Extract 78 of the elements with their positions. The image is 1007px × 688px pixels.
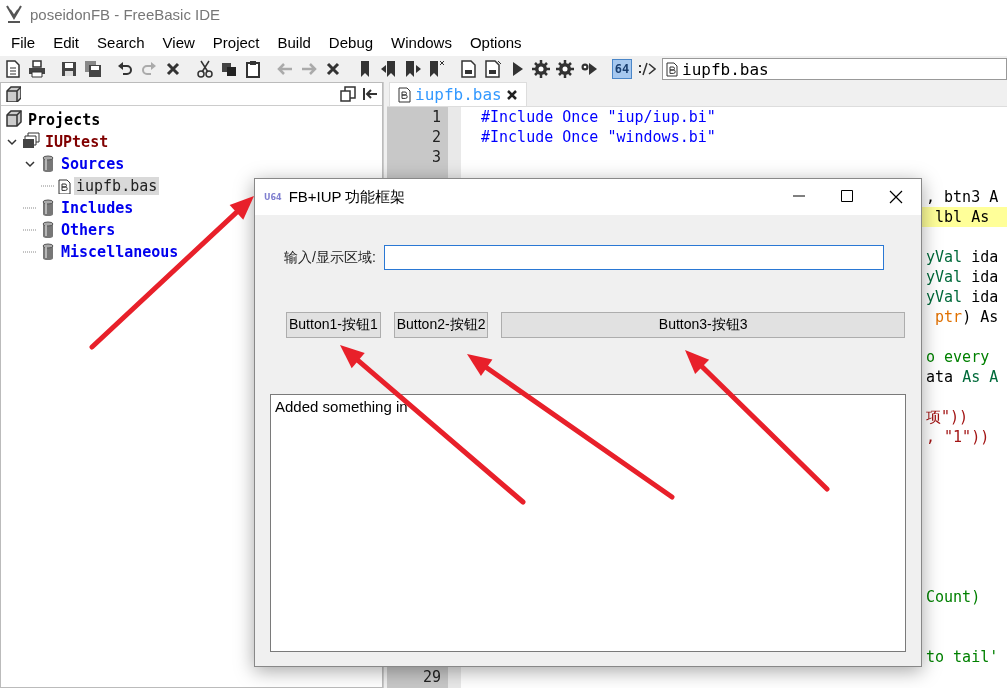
menu-item[interactable]: View [153,33,204,51]
save-icon[interactable] [60,60,78,78]
tree-item[interactable]: Miscellaneous [59,243,181,261]
cylinder-icon [40,199,56,217]
code-line: ptr) As [934,308,999,326]
file-icon [58,178,71,194]
dialog-button[interactable]: Button1-按钮1 [286,312,381,338]
copy-icon[interactable] [220,60,238,78]
code-line: , btn3 A [926,188,999,206]
dialog-button[interactable]: Button3-按钮3 [501,312,905,338]
scissors-icon[interactable] [196,60,214,78]
cube-icon [5,110,23,130]
file-icon [666,61,678,77]
close-icon[interactable] [164,60,182,78]
tab-label: iupfb.bas [415,85,502,104]
file-icon [398,86,411,103]
tree-item[interactable]: Others [59,221,118,239]
gear-icon[interactable] [556,60,574,78]
bookmark-clear-icon[interactable] [428,60,446,78]
code-line: #Include Once "iup/iup.bi" [481,108,716,126]
app-version-label: U64 [264,192,282,202]
code-line: #Include Once "windows.bi" [481,128,716,146]
window-title: poseidonFB - FreeBasic IDE [30,5,221,23]
close-icon[interactable] [324,60,342,78]
new-file-icon[interactable] [4,60,22,78]
output-text-area[interactable]: Added something in [270,394,906,652]
bookmark-previous-icon[interactable] [380,60,398,78]
command-prompt-icon[interactable] [638,60,656,78]
tree-item[interactable]: Sources [59,155,127,173]
clipboard-icon[interactable] [244,60,262,78]
maximize-icon[interactable] [841,190,853,202]
code-line: lbl As [934,208,990,226]
menu-item[interactable]: Search [88,33,154,51]
code-line: yVal ida [926,268,999,286]
line-number: 1 [430,108,441,126]
toggle-64bit-button[interactable]: 64 [612,59,632,79]
restore-icon[interactable] [340,86,356,102]
code-line: yVal ida [926,288,999,306]
tree-item[interactable]: Projects [26,111,103,129]
collapse-panel-icon[interactable] [362,86,378,102]
menu-item[interactable]: Debug [319,33,383,51]
code-line: , "1")) [926,428,990,446]
app-logo-icon [4,4,24,24]
dialog-button[interactable]: Button2-按钮2 [393,312,489,338]
printer-icon[interactable] [28,60,46,78]
field-label: 输入/显示区域: [284,248,376,267]
tree-item[interactable]: IUPtest [43,133,111,151]
menu-item[interactable]: Options [460,33,531,51]
bookmark-next-icon[interactable] [404,60,422,78]
code-line: yVal ida [926,248,999,266]
line-number: 29 [421,668,441,686]
menu-item[interactable]: Edit [44,33,89,51]
code-line: to tail' [926,648,999,666]
undo-icon[interactable] [116,60,134,78]
line-number: 2 [430,128,441,146]
tree-item[interactable]: iupfb.bas [74,177,160,195]
menu-item[interactable]: Project [203,33,269,51]
code-line: 项")) [926,407,969,427]
code-line: o every [926,348,990,366]
menu-item[interactable]: Build [268,33,320,51]
cylinder-icon [40,243,56,261]
menu-item[interactable]: File [2,33,45,51]
close-icon[interactable] [889,190,903,204]
tree-item[interactable]: Includes [59,199,136,217]
cylinder-icon [40,155,56,173]
line-number: 3 [430,148,441,166]
gear-icon[interactable] [532,60,550,78]
code-line: ata As A [926,368,999,386]
file-field[interactable]: iupfb.bas [662,58,1007,80]
cylinder-icon [40,221,56,239]
save-all-icon[interactable] [84,60,102,78]
menu-item[interactable]: Windows [382,33,461,51]
dialog-title: FB+IUP 功能框架 [288,187,407,207]
close-icon[interactable] [505,88,518,101]
code-line: Count) [926,588,981,606]
file-name-text: iupfb.bas [682,59,769,79]
cube-icon [5,86,21,102]
input-field[interactable] [383,245,884,270]
